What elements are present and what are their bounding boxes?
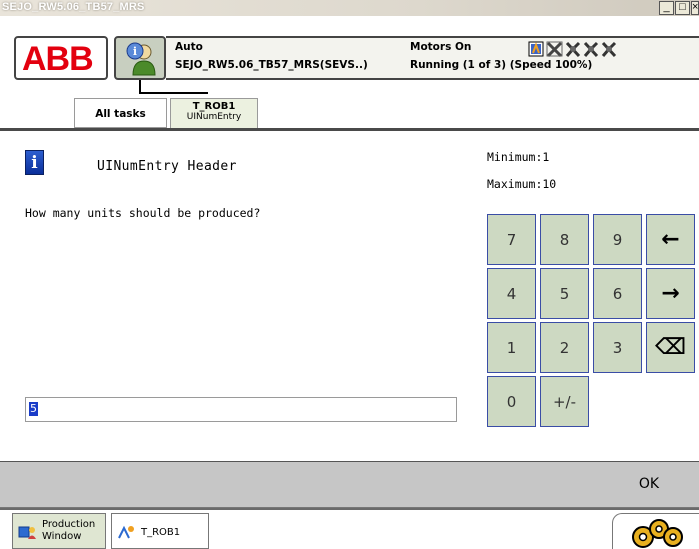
program-task-icon — [118, 525, 134, 539]
window-controls: _ □ × — [658, 1, 699, 15]
system-name: SEJO_RW5.06_TB57_MRS(SEVS..) — [175, 59, 368, 71]
program-state: Running (1 of 3) (Speed 100%) — [410, 59, 593, 71]
quickset-button[interactable] — [612, 513, 699, 549]
number-input[interactable]: 5 — [25, 397, 457, 422]
status-header: ABB i Auto SEJO_RW5.06_TB57_MRS(SEVS..) … — [0, 16, 699, 94]
maximize-button[interactable]: □ — [675, 1, 690, 15]
tab-task-name: T_ROB1 — [192, 101, 236, 112]
taskbar: Production Window T_ROB1 — [0, 508, 699, 549]
key-plus-minus[interactable]: +/- — [540, 376, 589, 427]
tab-divider — [0, 128, 699, 131]
minimize-button[interactable]: _ — [659, 1, 674, 15]
key-0[interactable]: 0 — [487, 376, 536, 427]
task-status-icon — [528, 41, 544, 57]
production-label-line1: Production — [42, 519, 96, 530]
mech-unit-icon — [601, 41, 617, 58]
key-7[interactable]: 7 — [487, 214, 536, 265]
close-button[interactable]: × — [691, 1, 699, 15]
mech-unit-icon — [583, 41, 599, 58]
key-6[interactable]: 6 — [593, 268, 642, 319]
backspace-icon: ⌫ — [654, 335, 687, 360]
key-1[interactable]: 1 — [487, 322, 536, 373]
tab-all-tasks[interactable]: All tasks — [74, 98, 167, 128]
info-icon: i — [25, 150, 44, 175]
key-3[interactable]: 3 — [593, 322, 642, 373]
mech-unit-icon — [565, 41, 581, 58]
command-bar: OK — [0, 461, 699, 508]
motors-state: Motors On — [410, 41, 472, 53]
number-input-value: 5 — [29, 402, 38, 416]
right-arrow-icon: → — [661, 281, 680, 306]
task-stopped-icon — [546, 41, 563, 58]
maximum-label: Maximum:10 — [487, 177, 557, 191]
tab-t-rob1[interactable]: T_ROB1 UINumEntry — [170, 98, 258, 128]
quickset-gears-icon — [632, 519, 683, 548]
key-left-arrow[interactable]: ← — [646, 214, 695, 265]
key-2[interactable]: 2 — [540, 322, 589, 373]
info-connector-h — [139, 92, 208, 94]
task-t-rob1-label: T_ROB1 — [141, 527, 181, 538]
production-label-line2: Window — [42, 531, 82, 542]
production-window-button[interactable]: Production Window — [12, 513, 106, 549]
key-backspace[interactable]: ⌫ — [646, 322, 695, 373]
tab-all-tasks-label: All tasks — [95, 108, 146, 120]
key-8[interactable]: 8 — [540, 214, 589, 265]
window-title: SEJO_RW5.06_TB57_MRS — [2, 1, 145, 13]
task-t-rob1-button[interactable]: T_ROB1 — [111, 513, 209, 549]
key-9[interactable]: 9 — [593, 214, 642, 265]
window-title-bar: SEJO_RW5.06_TB57_MRS _ □ × — [0, 0, 699, 16]
ok-button[interactable]: OK — [599, 462, 699, 507]
production-window-label: Production Window — [42, 519, 95, 543]
event-log-button[interactable]: i — [114, 36, 166, 80]
tab-task-sub: UINumEntry — [186, 112, 242, 122]
dialog-question: How many units should be produced? — [25, 206, 261, 220]
key-5[interactable]: 5 — [540, 268, 589, 319]
production-window-icon — [18, 526, 36, 539]
operator-info-icon: i — [126, 42, 156, 76]
left-arrow-icon: ← — [661, 227, 680, 252]
abb-logo: ABB — [22, 40, 94, 78]
key-4[interactable]: 4 — [487, 268, 536, 319]
key-right-arrow[interactable]: → — [646, 268, 695, 319]
status-bar[interactable]: Auto SEJO_RW5.06_TB57_MRS(SEVS..) Motors… — [166, 36, 699, 80]
task-status-icons[interactable] — [528, 41, 618, 58]
dialog-header: UINumEntry Header — [97, 159, 237, 174]
operating-mode: Auto — [175, 41, 203, 53]
minimum-label: Minimum:1 — [487, 150, 550, 164]
abb-menu-button[interactable]: ABB — [14, 36, 108, 80]
svg-text:i: i — [133, 45, 137, 58]
